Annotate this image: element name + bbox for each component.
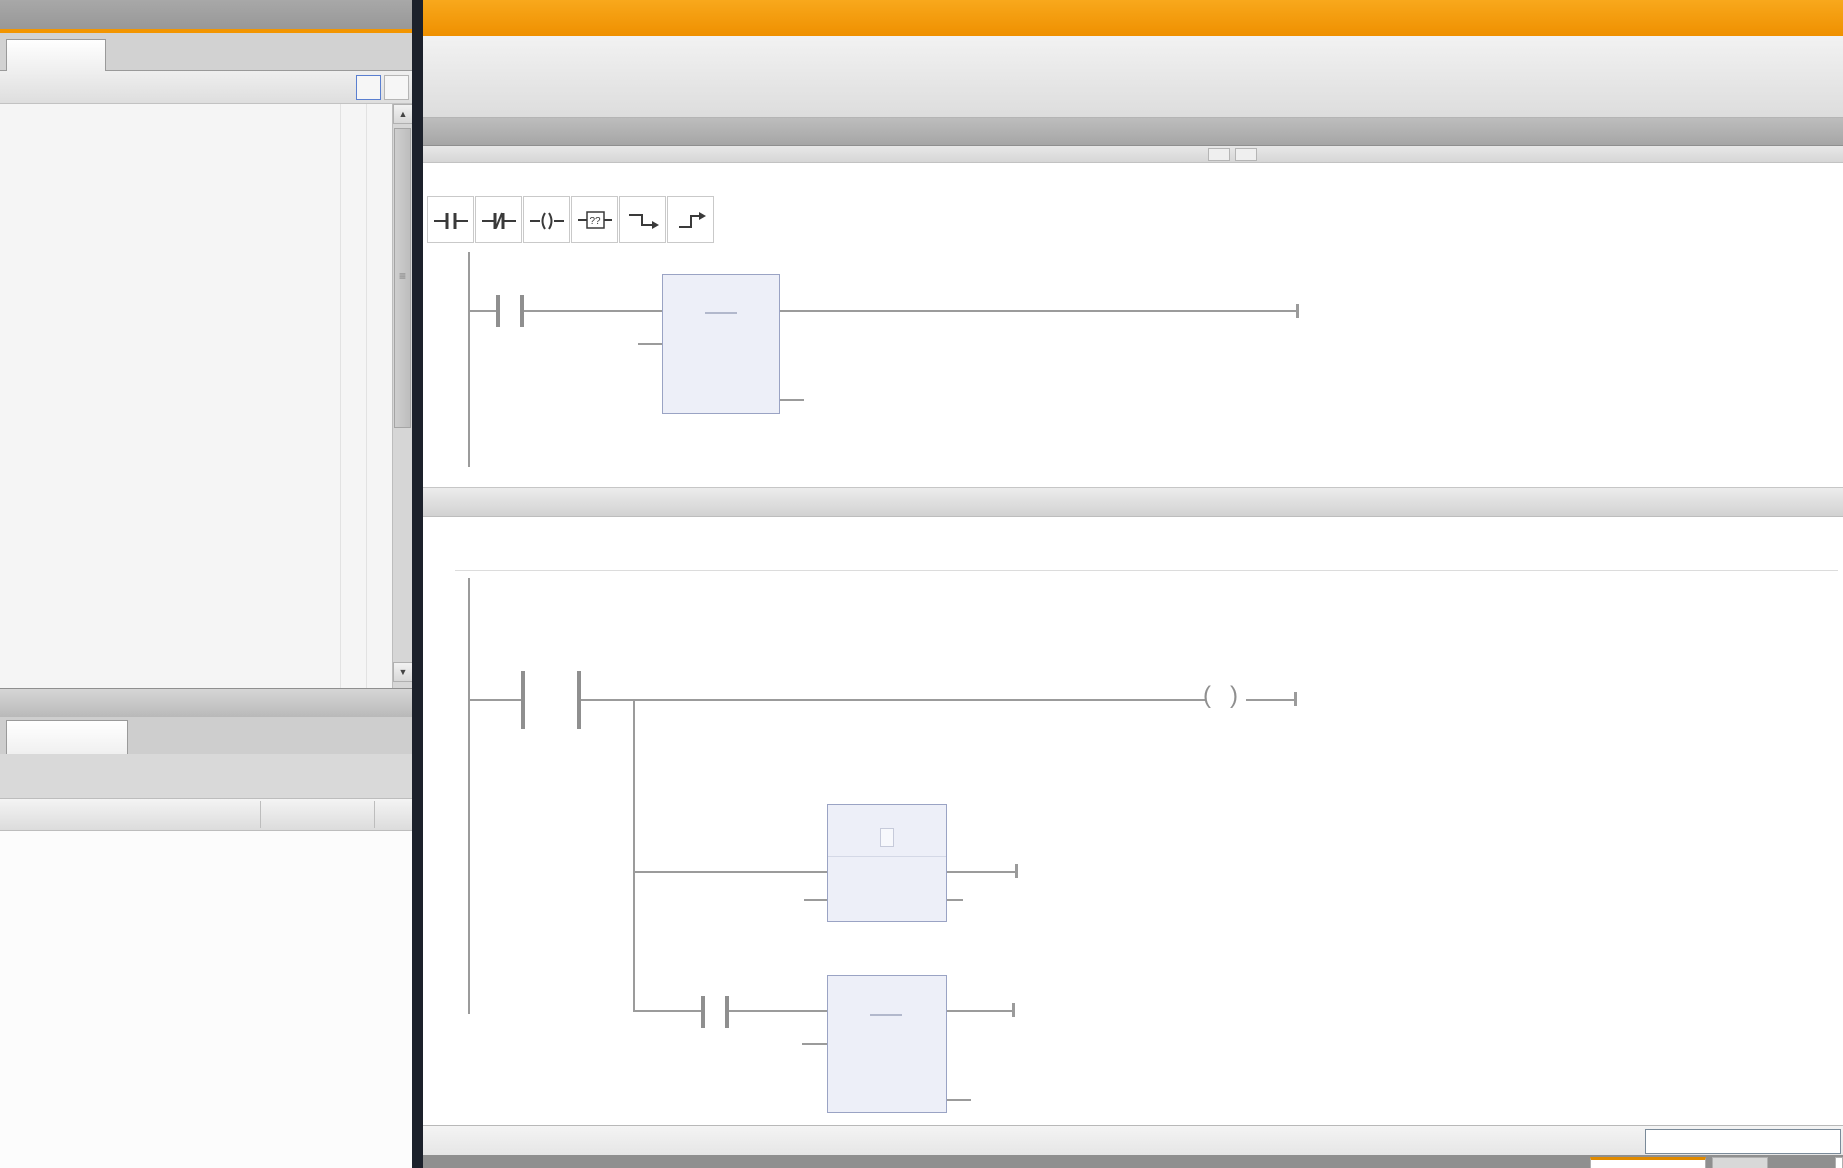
comment-separator-line: [455, 570, 1838, 571]
favorite-no-contact-button[interactable]: [427, 196, 474, 243]
ladder-editor-canvas[interactable]: [423, 163, 1843, 1125]
n2-power-rail: [468, 578, 470, 1014]
tab-devices[interactable]: [6, 39, 106, 71]
n1-out-wire: [780, 399, 804, 401]
network2-header[interactable]: [423, 487, 1843, 517]
tree-col-sep-1: [340, 104, 341, 688]
nc-contact-icon: [482, 212, 516, 229]
n1-contact-bar-left[interactable]: [496, 295, 500, 327]
n2-coil-end-tick: [1294, 692, 1297, 706]
n2-coil-open-paren[interactable]: (: [1203, 682, 1211, 710]
inspector-strip: [423, 1155, 1843, 1168]
n1-wire: [524, 310, 662, 312]
n2-ton-q-wire: [947, 871, 1015, 873]
left-panel-tabs: [0, 33, 412, 71]
n1-in-wire: [638, 343, 662, 345]
favorite-open-branch-button[interactable]: [619, 196, 666, 243]
n2-ton-divider: [828, 856, 946, 857]
n2-wire: [635, 1010, 701, 1012]
n1-move-box[interactable]: [662, 274, 780, 414]
n2-pt-wire: [804, 899, 827, 901]
editor-statusbar: [423, 1125, 1843, 1155]
editor-toolbar: [423, 36, 1843, 118]
n1-wire: [468, 310, 496, 312]
no-contact-icon: [434, 213, 468, 229]
n2-move-box[interactable]: [827, 975, 947, 1113]
n1-eno-wire: [780, 310, 1296, 312]
n2-coil-out-wire: [1246, 699, 1294, 701]
n2-out-wire: [947, 1099, 971, 1101]
panel-divider[interactable]: [412, 0, 423, 1168]
column-sep-1: [260, 801, 261, 828]
n2-ton-box[interactable]: [827, 804, 947, 922]
n2-wire: [468, 699, 521, 701]
inspector-tab-stub-3[interactable]: [1835, 1157, 1843, 1168]
column-view-icon[interactable]: [356, 75, 381, 100]
column-sep-2: [374, 801, 375, 828]
n2-en-eno-dash: [870, 1014, 902, 1016]
scroll-up-button[interactable]: ▲: [393, 104, 413, 124]
tab-technology-objects[interactable]: [6, 720, 128, 754]
favorite-coil-button[interactable]: [523, 196, 570, 243]
open-branch-icon: [629, 214, 659, 229]
details-body: [0, 831, 412, 1168]
empty-box-icon: ??: [578, 211, 612, 229]
tree-col-sep-2: [366, 104, 367, 688]
n2-branch-rail: [633, 699, 635, 1012]
n2-cmp-bar-left[interactable]: [521, 671, 525, 729]
details-tabs: [0, 717, 412, 754]
n2-in-wire: [802, 1043, 827, 1045]
splitter-up-icon[interactable]: [1208, 148, 1230, 161]
tree-scrollbar[interactable]: ▲ ▼: [392, 104, 413, 688]
details-column-header: [0, 798, 412, 831]
refresh-table-icon[interactable]: [384, 75, 409, 100]
scrollbar-thumb[interactable]: [394, 128, 411, 428]
interface-splitter: [423, 146, 1843, 163]
favorite-nc-contact-button[interactable]: [475, 196, 522, 243]
inspector-tab-stub-1[interactable]: [1590, 1157, 1706, 1168]
n2-contact2-bar-left[interactable]: [701, 996, 705, 1028]
n2-contact2-bar-right[interactable]: [725, 996, 729, 1028]
project-tree-header: [0, 0, 412, 29]
n2-eno-wire: [947, 1010, 1012, 1012]
n1-en-eno-dash: [705, 312, 737, 314]
svg-text:??: ??: [589, 216, 601, 227]
zoom-level-select[interactable]: [1645, 1129, 1841, 1154]
n1-power-rail: [468, 252, 470, 467]
n2-ton-q-end-tick: [1015, 864, 1018, 878]
n2-coil-close-paren[interactable]: ): [1230, 682, 1238, 710]
coil-icon: [530, 212, 564, 230]
details-gap: [0, 754, 412, 798]
close-branch-icon: [679, 212, 706, 228]
inspector-tab-stub-2[interactable]: [1712, 1157, 1768, 1168]
n2-et-wire: [947, 899, 963, 901]
n2-wire: [729, 1010, 827, 1012]
tree-toolbar: [0, 71, 412, 104]
splitter-down-icon[interactable]: [1235, 148, 1257, 161]
n2-ton-type[interactable]: [828, 828, 946, 847]
block-interface-bar[interactable]: [423, 118, 1843, 146]
favorite-empty-box-button[interactable]: ??: [571, 196, 618, 243]
n1-wire-end-tick: [1296, 304, 1299, 318]
breadcrumb: [423, 0, 1843, 36]
sort-tree-icon[interactable]: [6, 75, 31, 100]
favorite-close-branch-button[interactable]: [667, 196, 714, 243]
n2-eno-end-tick: [1012, 1003, 1015, 1017]
tia-portal-window: ▲ ▼ ??: [0, 0, 1843, 1168]
project-tree: [0, 104, 412, 688]
n2-ton-in-wire: [635, 871, 827, 873]
details-view-header: [0, 688, 412, 717]
n2-wire-to-coil: [581, 699, 1205, 701]
scroll-down-button[interactable]: ▼: [393, 662, 413, 682]
